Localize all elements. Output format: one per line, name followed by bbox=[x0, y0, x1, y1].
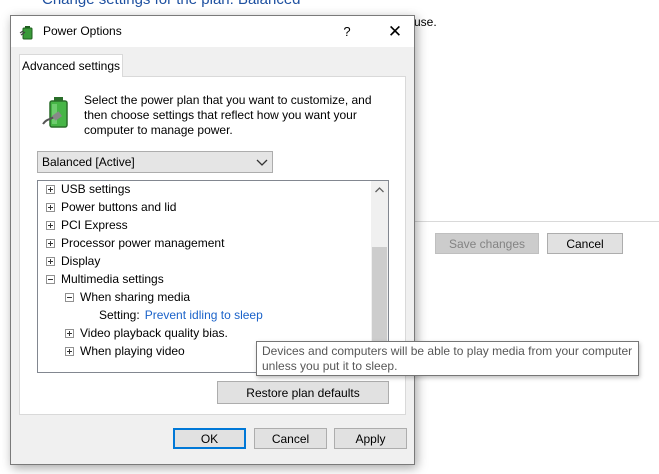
tree-item-label: Processor power management bbox=[61, 236, 225, 250]
tree-item-usb-settings[interactable]: USB settings bbox=[46, 181, 131, 198]
ok-button[interactable]: OK bbox=[173, 428, 246, 449]
tree-item-multimedia[interactable]: Multimedia settings bbox=[46, 270, 164, 288]
expand-icon[interactable] bbox=[46, 238, 55, 248]
setting-label: Setting: bbox=[99, 308, 140, 322]
expand-icon[interactable] bbox=[46, 184, 55, 194]
intro-text: Select the power plan that you want to c… bbox=[84, 93, 372, 137]
power-plan-select[interactable]: Balanced [Active] bbox=[37, 151, 273, 173]
tree-item-setting[interactable]: Setting: Prevent idling to sleep bbox=[99, 306, 263, 324]
tab-advanced-settings[interactable]: Advanced settings bbox=[19, 54, 123, 77]
apply-button[interactable]: Apply bbox=[334, 428, 407, 449]
cancel-button[interactable]: Cancel bbox=[254, 428, 327, 449]
title-bar[interactable]: Power Options ? ✕ bbox=[11, 16, 414, 47]
tree-item-label: PCI Express bbox=[61, 218, 128, 232]
power-options-icon bbox=[19, 23, 37, 41]
background-divider bbox=[414, 221, 659, 222]
power-plan-value: Balanced [Active] bbox=[42, 155, 135, 169]
close-icon[interactable]: ✕ bbox=[377, 16, 413, 47]
tree-item-label: When sharing media bbox=[80, 290, 191, 304]
expand-icon[interactable] bbox=[46, 256, 55, 266]
setting-tooltip: Devices and computers will be able to pl… bbox=[256, 341, 639, 376]
battery-plug-icon bbox=[41, 94, 77, 130]
tree-item-display[interactable]: Display bbox=[46, 252, 100, 270]
tree-item-label: Video playback quality bias. bbox=[80, 326, 228, 340]
power-options-dialog: Power Options ? ✕ Advanced settings Sele… bbox=[10, 15, 415, 465]
tree-item-processor[interactable]: Processor power management bbox=[46, 234, 224, 252]
tree-item-pci-express[interactable]: PCI Express bbox=[46, 216, 128, 234]
tree-item-label: Power buttons and lid bbox=[61, 200, 177, 214]
chevron-down-icon bbox=[256, 155, 268, 169]
dialog-title: Power Options bbox=[43, 24, 122, 38]
restore-defaults-button[interactable]: Restore plan defaults bbox=[217, 381, 389, 404]
expand-icon[interactable] bbox=[65, 346, 74, 356]
background-cancel-button[interactable]: Cancel bbox=[547, 233, 623, 254]
collapse-icon[interactable] bbox=[65, 292, 74, 302]
help-icon[interactable]: ? bbox=[333, 16, 361, 47]
tree-item-label: When playing video bbox=[80, 344, 185, 358]
setting-value-link[interactable]: Prevent idling to sleep bbox=[145, 308, 263, 322]
tree-item-playing-video[interactable]: When playing video bbox=[65, 342, 185, 360]
tree-item-label: Multimedia settings bbox=[61, 272, 164, 286]
expand-icon[interactable] bbox=[46, 202, 55, 212]
tree-item-power-buttons[interactable]: Power buttons and lid bbox=[46, 198, 176, 216]
collapse-icon[interactable] bbox=[46, 274, 55, 284]
scroll-up-icon[interactable] bbox=[371, 181, 388, 198]
background-text: use. bbox=[414, 15, 437, 29]
expand-icon[interactable] bbox=[65, 328, 74, 338]
expand-icon[interactable] bbox=[46, 220, 55, 230]
plan-heading: Change settings for the plan: Balanced bbox=[42, 0, 301, 8]
save-changes-button[interactable]: Save changes bbox=[435, 233, 539, 254]
tree-item-label: Display bbox=[61, 254, 101, 268]
tree-item-label: USB settings bbox=[61, 182, 131, 196]
tree-item-sharing-media[interactable]: When sharing media bbox=[65, 288, 190, 306]
tree-item-video-playback[interactable]: Video playback quality bias. bbox=[65, 324, 228, 342]
